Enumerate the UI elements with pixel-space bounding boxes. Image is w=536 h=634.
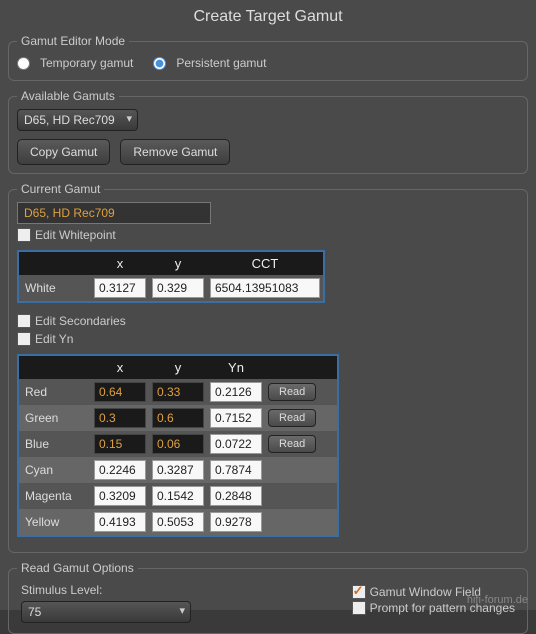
wp-row-label: White <box>19 275 91 301</box>
read-blue-button[interactable]: Read <box>268 435 316 453</box>
ct-blue-x-input[interactable] <box>94 434 146 454</box>
persistent-gamut-radio[interactable] <box>153 57 166 70</box>
read-red-button[interactable]: Read <box>268 383 316 401</box>
edit-yn-checkbox[interactable] <box>17 332 31 346</box>
ct-green-y-input[interactable] <box>152 408 204 428</box>
ct-row-label: Yellow <box>19 509 91 535</box>
ct-green-x-input[interactable] <box>94 408 146 428</box>
copy-gamut-button[interactable]: Copy Gamut <box>17 139 110 165</box>
ct-red-yn-input[interactable] <box>210 382 262 402</box>
prompt-pattern-checkbox[interactable] <box>352 601 366 615</box>
ct-blue-yn-input[interactable] <box>210 434 262 454</box>
persistent-gamut-label: Persistent gamut <box>176 56 266 70</box>
ct-cyan-x-input[interactable] <box>94 460 146 480</box>
gamut-name-input[interactable] <box>17 202 211 224</box>
available-gamut-select[interactable]: D65, HD Rec709 <box>17 109 138 131</box>
ct-col-y: y <box>149 356 207 379</box>
available-gamuts-group: Available Gamuts D65, HD Rec709 Copy Gam… <box>8 89 528 174</box>
available-gamuts-legend: Available Gamuts <box>17 89 119 103</box>
ct-red-x-input[interactable] <box>94 382 146 402</box>
gamut-editor-mode-group: Gamut Editor Mode Temporary gamut Persis… <box>8 34 528 81</box>
wp-cct-input[interactable] <box>210 278 320 298</box>
ct-row-label: Cyan <box>19 457 91 483</box>
ct-corner <box>19 356 91 379</box>
ct-green-yn-input[interactable] <box>210 408 262 428</box>
stimulus-level-select[interactable]: 75 <box>21 601 191 623</box>
gamut-window-field-label: Gamut Window Field <box>370 585 481 599</box>
current-gamut-legend: Current Gamut <box>17 182 104 196</box>
edit-secondaries-label: Edit Secondaries <box>35 314 126 328</box>
ct-row-label: Red <box>19 379 91 405</box>
ct-yellow-x-input[interactable] <box>94 512 146 532</box>
ct-row-label: Blue <box>19 431 91 457</box>
ct-red-y-input[interactable] <box>152 382 204 402</box>
wp-corner <box>19 252 91 275</box>
temporary-gamut-label: Temporary gamut <box>40 56 133 70</box>
ct-yellow-yn-input[interactable] <box>210 512 262 532</box>
gamut-window-field-checkbox[interactable] <box>352 585 366 599</box>
read-green-button[interactable]: Read <box>268 409 316 427</box>
window-title: Create Target Gamut <box>0 0 536 30</box>
ct-magenta-yn-input[interactable] <box>210 486 262 506</box>
wp-x-input[interactable] <box>94 278 146 298</box>
wp-col-cct: CCT <box>207 252 323 275</box>
ct-magenta-y-input[interactable] <box>152 486 204 506</box>
ct-cyan-yn-input[interactable] <box>210 460 262 480</box>
temporary-gamut-radio[interactable] <box>17 57 30 70</box>
ct-row-label: Green <box>19 405 91 431</box>
read-gamut-options-legend: Read Gamut Options <box>17 561 138 575</box>
ct-col-read <box>265 356 337 379</box>
watermark: hifi-forum.de <box>467 594 528 606</box>
edit-secondaries-checkbox[interactable] <box>17 314 31 328</box>
color-table: x y Yn Red Read Green Read Blue Read CyanMagen… <box>17 354 339 537</box>
ct-yellow-y-input[interactable] <box>152 512 204 532</box>
stimulus-level-label: Stimulus Level: <box>21 583 191 597</box>
wp-col-y: y <box>149 252 207 275</box>
remove-gamut-button[interactable]: Remove Gamut <box>120 139 230 165</box>
current-gamut-group: Current Gamut Edit Whitepoint x y CCT Wh… <box>8 182 528 553</box>
ct-cyan-y-input[interactable] <box>152 460 204 480</box>
edit-whitepoint-label: Edit Whitepoint <box>35 228 116 242</box>
wp-col-x: x <box>91 252 149 275</box>
edit-yn-label: Edit Yn <box>35 332 73 346</box>
wp-y-input[interactable] <box>152 278 204 298</box>
gamut-editor-mode-legend: Gamut Editor Mode <box>17 34 129 48</box>
ct-col-yn: Yn <box>207 356 265 379</box>
ct-magenta-x-input[interactable] <box>94 486 146 506</box>
whitepoint-table: x y CCT White <box>17 250 325 303</box>
ct-col-x: x <box>91 356 149 379</box>
ct-row-label: Magenta <box>19 483 91 509</box>
ct-blue-y-input[interactable] <box>152 434 204 454</box>
edit-whitepoint-checkbox[interactable] <box>17 228 31 242</box>
read-gamut-options-group: Read Gamut Options Stimulus Level: 75 Ga… <box>8 561 528 634</box>
